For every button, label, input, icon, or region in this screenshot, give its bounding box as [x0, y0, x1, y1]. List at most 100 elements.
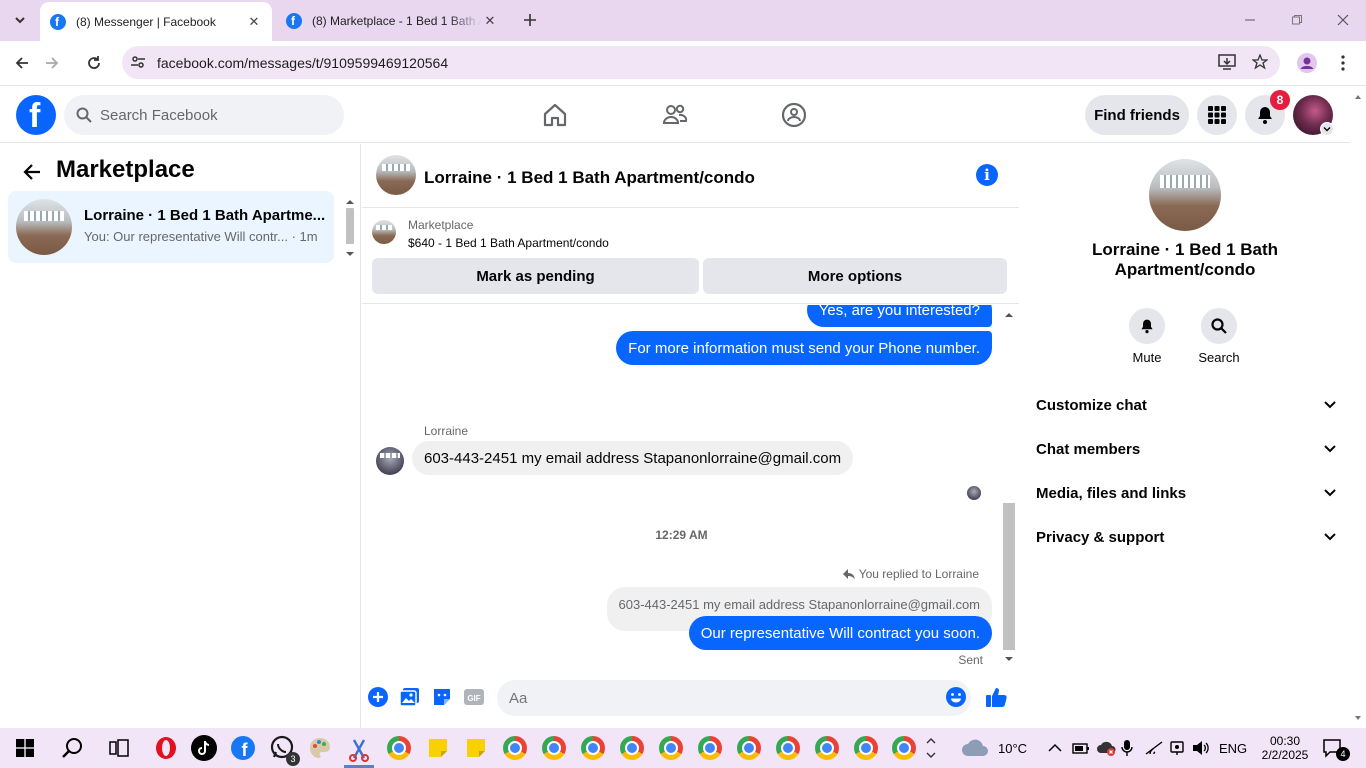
weather-temperature: 10°C: [998, 740, 1028, 756]
outgoing-message[interactable]: Our representative Will contract you soo…: [688, 616, 992, 650]
mark-as-pending-button[interactable]: Mark as pending: [372, 258, 699, 294]
more-options-button[interactable]: More options: [703, 258, 1007, 294]
url-text: facebook.com/messages/t/9109599469120564: [157, 54, 449, 71]
sender-avatar[interactable]: [376, 447, 404, 475]
listing-thumbnail[interactable]: [372, 220, 396, 244]
listing-price-title[interactable]: $640 - 1 Bed 1 Bath Apartment/condo: [408, 236, 609, 250]
snipping-tool-icon[interactable]: [344, 734, 374, 768]
input-language[interactable]: ENG: [1219, 728, 1247, 768]
system-clock[interactable]: 00:30 2/2/2025: [1254, 728, 1316, 768]
outgoing-message[interactable]: For more information must send your Phon…: [616, 331, 992, 365]
conversation-snippet: You: Our representative Will contr... · …: [84, 229, 318, 244]
section-label: Media, files and links: [1036, 484, 1187, 502]
wifi-icon[interactable]: [1144, 728, 1164, 768]
friends-nav-icon[interactable]: [661, 101, 689, 129]
sticker-icon[interactable]: [431, 686, 453, 708]
microphone-icon[interactable]: [1121, 728, 1133, 768]
sticky-notes-icon[interactable]: [424, 734, 452, 762]
facebook-search-input[interactable]: Search Facebook: [64, 95, 344, 135]
facebook-logo[interactable]: f: [16, 95, 56, 135]
chat-members-row[interactable]: Chat members: [1036, 437, 1336, 461]
chrome-icon[interactable]: [774, 734, 802, 762]
page-scrollbar[interactable]: [1350, 87, 1366, 728]
network-icon[interactable]: [1168, 728, 1186, 768]
reply-indicator-text: You replied to Lorraine: [858, 567, 979, 581]
chrome-icon[interactable]: [696, 734, 724, 762]
tab-marketplace[interactable]: (8) Marketplace - 1 Bed 1 Bath Apartment…: [276, 0, 508, 41]
outgoing-message[interactable]: Yes, are you interested?: [806, 305, 992, 327]
chrome-icon[interactable]: [735, 734, 763, 762]
photo-attach-icon[interactable]: [399, 686, 421, 708]
chat-title[interactable]: Lorraine · 1 Bed 1 Bath Apartment/condo: [424, 168, 755, 188]
message-thread-scrollbar[interactable]: [1001, 305, 1017, 668]
taskbar-overflow-chevron-icon[interactable]: [922, 734, 940, 762]
notification-center-icon[interactable]: 4: [1322, 728, 1358, 768]
contact-name: Lorraine · 1 Bed 1 Bath Apartment/condo: [1091, 240, 1279, 279]
mute-button[interactable]: Mute: [1117, 308, 1177, 365]
reload-icon[interactable]: [82, 51, 106, 75]
info-icon[interactable]: i: [976, 164, 998, 186]
emoji-icon[interactable]: [945, 686, 967, 708]
install-app-icon[interactable]: [1218, 54, 1236, 70]
svg-text:GIF: GIF: [467, 694, 480, 703]
search-icon[interactable]: [58, 734, 86, 762]
account-chevron-down-icon[interactable]: [1320, 122, 1334, 136]
opera-icon[interactable]: [152, 734, 180, 762]
volume-icon[interactable]: [1192, 728, 1210, 768]
chrome-icon[interactable]: [501, 734, 529, 762]
contact-photo[interactable]: [1149, 159, 1221, 231]
chrome-icon[interactable]: [540, 734, 568, 762]
browser-menu-icon[interactable]: [1331, 51, 1355, 75]
groups-nav-icon[interactable]: [780, 101, 808, 129]
menu-grid-icon[interactable]: [1197, 95, 1237, 135]
find-friends-button[interactable]: Find friends: [1085, 95, 1189, 135]
chrome-profile-icon[interactable]: [385, 734, 413, 762]
minimize-window-icon[interactable]: [1238, 8, 1262, 32]
whatsapp-icon[interactable]: 3: [268, 734, 300, 766]
chrome-icon[interactable]: [890, 734, 918, 762]
facebook-header: f Search Facebook Find friends 8: [0, 87, 1350, 143]
new-tab-plus-icon[interactable]: [518, 8, 542, 32]
tab-search-chevron-icon[interactable]: [8, 8, 32, 32]
close-tab-icon[interactable]: ✕: [482, 13, 498, 29]
back-arrow-icon[interactable]: [22, 162, 42, 182]
address-bar[interactable]: facebook.com/messages/t/9109599469120564: [122, 46, 1280, 79]
thumbs-up-icon[interactable]: [985, 686, 1007, 708]
chrome-icon[interactable]: [813, 734, 841, 762]
weather-widget[interactable]: 10°C: [960, 728, 1027, 768]
profile-icon[interactable]: [1295, 51, 1319, 75]
site-settings-icon[interactable]: [130, 54, 146, 70]
chrome-icon[interactable]: [618, 734, 646, 762]
privacy-support-row[interactable]: Privacy & support: [1036, 525, 1336, 549]
facebook-app-icon[interactable]: f: [229, 734, 257, 762]
message-input[interactable]: [497, 680, 971, 716]
chrome-icon[interactable]: [657, 734, 685, 762]
conversation-list-scrollbar[interactable]: [343, 196, 357, 260]
onedrive-error-icon[interactable]: [1096, 728, 1116, 768]
paint-app-icon[interactable]: [306, 734, 334, 762]
sticky-notes-icon[interactable]: [462, 734, 490, 762]
home-nav-icon[interactable]: [541, 101, 569, 129]
chrome-icon[interactable]: [579, 734, 607, 762]
customize-chat-row[interactable]: Customize chat: [1036, 393, 1336, 417]
back-arrow-icon[interactable]: [10, 51, 34, 75]
task-view-icon[interactable]: [105, 734, 133, 762]
bookmark-star-icon[interactable]: [1252, 54, 1268, 70]
tab-messenger[interactable]: (8) Messenger | Facebook ✕: [40, 2, 272, 41]
close-tab-icon[interactable]: ✕: [246, 14, 262, 30]
tray-chevron-up-icon[interactable]: [1048, 728, 1062, 768]
chrome-icon[interactable]: [852, 734, 880, 762]
tiktok-icon[interactable]: [190, 734, 218, 762]
gif-icon[interactable]: GIF: [463, 686, 485, 708]
search-in-chat-button[interactable]: Search: [1189, 308, 1249, 365]
incoming-message[interactable]: 603-443-2451 my email address Stapanonlo…: [412, 441, 854, 475]
forward-arrow-icon[interactable]: [40, 51, 64, 75]
conversation-item[interactable]: Lorraine · 1 Bed 1 Bath Apartme... You: …: [8, 191, 334, 263]
chat-thumbnail[interactable]: [376, 155, 416, 195]
media-files-links-row[interactable]: Media, files and links: [1036, 481, 1336, 505]
restore-window-icon[interactable]: [1285, 8, 1309, 32]
windows-start-icon[interactable]: [11, 734, 39, 762]
battery-icon[interactable]: [1072, 728, 1090, 768]
plus-circle-icon[interactable]: [367, 686, 389, 708]
close-window-icon[interactable]: [1331, 8, 1355, 32]
